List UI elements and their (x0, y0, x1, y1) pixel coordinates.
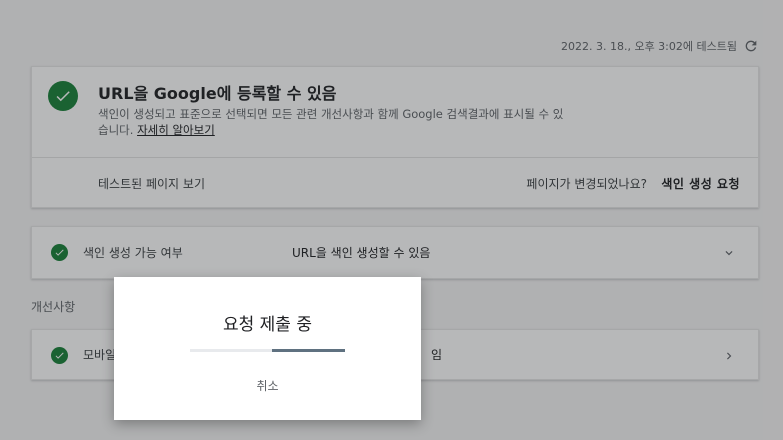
cancel-button[interactable]: 취소 (114, 377, 421, 394)
submitting-request-dialog: 요청 제출 중 취소 (114, 277, 421, 420)
progress-bar-fill (272, 349, 345, 352)
progress-bar (190, 349, 345, 352)
dialog-title: 요청 제출 중 (222, 315, 312, 335)
